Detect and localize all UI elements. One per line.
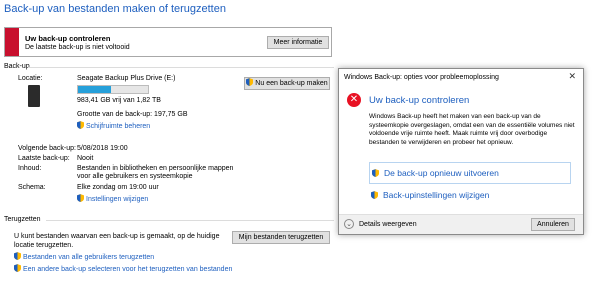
next-backup-value: 5/08/2018 19:00 — [77, 145, 128, 152]
restore-text-line2: locatie terugzetten. — [14, 242, 74, 249]
troubleshoot-dialog: Windows Back-up: opties voor probleemopl… — [338, 68, 584, 235]
restore-all-users-label: Bestanden van alle gebruikers terugzette… — [23, 254, 155, 261]
backup-section-title: Back-up — [4, 63, 30, 70]
dialog-main-title: Uw back-up controleren — [369, 95, 470, 106]
manage-space-link[interactable]: Schijfruimte beheren — [77, 121, 150, 130]
storage-progress-bar — [77, 85, 149, 94]
manage-space-label: Schijfruimte beheren — [86, 123, 151, 130]
storage-progress-fill — [78, 86, 111, 93]
backup-size: Grootte van de back-up: 197,75 GB — [77, 111, 188, 118]
shield-icon — [14, 252, 21, 260]
error-icon: ✕ — [347, 93, 361, 107]
close-icon[interactable]: ✕ — [568, 71, 576, 82]
contents-label: Inhoud: — [18, 165, 42, 172]
next-backup-label: Volgende back-up: — [18, 145, 76, 152]
contents-value-line2: voor alle gebruikers en systeemkopie — [77, 173, 193, 180]
change-settings-label: Instellingen wijzigen — [86, 196, 149, 203]
backup-now-label: Nu een back-up maken — [255, 80, 328, 87]
dialog-footer: ⌄ Details weergeven Annuleren — [339, 214, 583, 234]
change-settings-link[interactable]: Instellingen wijzigen — [77, 194, 148, 203]
dialog-caption: Windows Back-up: opties voor probleemopl… — [344, 74, 499, 81]
more-info-button[interactable]: Meer informatie — [267, 36, 329, 49]
restore-files-button[interactable]: Mijn bestanden terugzetten — [232, 231, 330, 244]
backup-settings-label: Back-upinstellingen wijzigen — [383, 190, 490, 200]
location-label: Locatie: — [18, 75, 43, 82]
section-divider — [28, 67, 334, 68]
backup-settings-command[interactable]: Back-upinstellingen wijzigen — [369, 185, 571, 207]
dialog-body: Windows Back-up heeft het maken van een … — [369, 113, 575, 146]
schedule-value: Elke zondag om 19:00 uur — [77, 184, 159, 191]
contents-value-line1: Bestanden in bibliotheken en persoonlijk… — [77, 165, 234, 172]
drive-icon — [28, 85, 40, 107]
cancel-button[interactable]: Annuleren — [531, 218, 575, 231]
section-divider — [46, 220, 334, 221]
free-space: 983,41 GB vrij van 1,82 TB — [77, 97, 161, 104]
schedule-label: Schema: — [18, 184, 46, 191]
last-backup-label: Laatste back-up: — [18, 155, 70, 162]
shield-icon — [14, 264, 21, 272]
retry-backup-command[interactable]: De back-up opnieuw uitvoeren — [369, 162, 571, 184]
show-details-link[interactable]: Details weergeven — [359, 221, 417, 228]
chevron-down-icon[interactable]: ⌄ — [344, 219, 354, 229]
alert-error-bar — [5, 28, 19, 56]
restore-all-users-link[interactable]: Bestanden van alle gebruikers terugzette… — [14, 252, 154, 261]
shield-icon — [77, 194, 84, 202]
select-other-backup-link[interactable]: Een andere back-up selecteren voor het t… — [14, 264, 232, 273]
alert-banner: Uw back-up controleren De laatste back-u… — [4, 27, 332, 57]
last-backup-value: Nooit — [77, 155, 94, 162]
shield-icon — [372, 169, 379, 177]
page-title: Back-up van bestanden maken of terugzett… — [4, 3, 226, 15]
alert-message: De laatste back-up is niet voltooid — [25, 44, 130, 51]
shield-icon — [371, 191, 378, 199]
restore-text-line1: U kunt bestanden waarvan een back-up is … — [14, 233, 220, 240]
backup-now-button[interactable]: Nu een back-up maken — [244, 77, 330, 90]
restore-section-title: Terugzetten — [4, 216, 41, 223]
shield-icon — [77, 121, 84, 129]
retry-backup-label: De back-up opnieuw uitvoeren — [384, 168, 499, 178]
alert-heading: Uw back-up controleren — [25, 34, 111, 43]
select-other-backup-label: Een andere back-up selecteren voor het t… — [23, 266, 233, 273]
drive-name: Seagate Backup Plus Drive (E:) — [77, 75, 176, 82]
shield-icon — [246, 78, 254, 86]
